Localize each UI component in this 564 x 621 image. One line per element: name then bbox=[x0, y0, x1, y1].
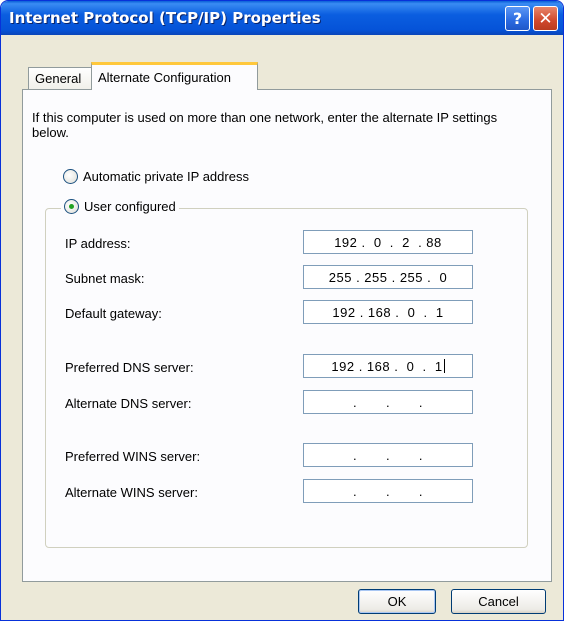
title-bar[interactable]: Internet Protocol (TCP/IP) Properties ? … bbox=[1, 1, 563, 35]
preferred-dns-value: 192 . 168 . 0 . 1 bbox=[331, 358, 443, 374]
preferred-wins-value: . . . bbox=[353, 447, 423, 463]
default-gateway-label: Default gateway: bbox=[65, 306, 162, 321]
automatic-private-ip-label: Automatic private IP address bbox=[83, 169, 249, 184]
user-configured-radio[interactable] bbox=[64, 199, 79, 214]
automatic-private-ip-option[interactable]: Automatic private IP address bbox=[63, 169, 249, 184]
subnet-mask-field[interactable]: 255 . 255 . 255 . 0 bbox=[303, 265, 473, 289]
ip-address-label: IP address: bbox=[65, 236, 131, 251]
preferred-wins-label: Preferred WINS server: bbox=[65, 449, 201, 464]
alternate-wins-value: . . . bbox=[353, 483, 423, 499]
alternate-wins-field[interactable]: . . . bbox=[303, 479, 473, 503]
preferred-dns-field[interactable]: 192 . 168 . 0 . 1 bbox=[303, 354, 473, 378]
close-button[interactable]: ✕ bbox=[533, 6, 558, 31]
ip-address-field[interactable]: 192 . 0 . 2 . 88 bbox=[303, 230, 473, 254]
preferred-dns-label: Preferred DNS server: bbox=[65, 360, 194, 375]
ip-address-value: 192 . 0 . 2 . 88 bbox=[334, 234, 442, 250]
alternate-dns-label: Alternate DNS server: bbox=[65, 396, 192, 411]
default-gateway-value: 192 . 168 . 0 . 1 bbox=[332, 304, 444, 320]
alternate-wins-label: Alternate WINS server: bbox=[65, 485, 198, 500]
tab-panel-alternate-configuration: If this computer is used on more than on… bbox=[22, 89, 552, 582]
subnet-mask-value: 255 . 255 . 255 . 0 bbox=[328, 269, 448, 285]
alternate-dns-value: . . . bbox=[353, 394, 423, 410]
default-gateway-field[interactable]: 192 . 168 . 0 . 1 bbox=[303, 300, 473, 324]
user-configured-option[interactable]: User configured bbox=[61, 199, 179, 214]
subnet-mask-label: Subnet mask: bbox=[65, 271, 145, 286]
tab-alternate-configuration[interactable]: Alternate Configuration bbox=[91, 62, 258, 90]
text-cursor bbox=[443, 359, 445, 373]
alternate-dns-field[interactable]: . . . bbox=[303, 390, 473, 414]
tab-general[interactable]: General bbox=[28, 67, 92, 89]
window-title: Internet Protocol (TCP/IP) Properties bbox=[9, 9, 321, 27]
tcpip-properties-dialog: Internet Protocol (TCP/IP) Properties ? … bbox=[0, 0, 564, 621]
intro-text: If this computer is used on more than on… bbox=[32, 110, 498, 140]
cancel-button[interactable]: Cancel bbox=[451, 589, 546, 614]
close-icon: ✕ bbox=[538, 8, 553, 29]
help-icon: ? bbox=[512, 9, 523, 28]
preferred-wins-field[interactable]: . . . bbox=[303, 443, 473, 467]
ok-button[interactable]: OK bbox=[358, 589, 436, 614]
help-button[interactable]: ? bbox=[505, 6, 530, 31]
automatic-private-ip-radio[interactable] bbox=[63, 169, 78, 184]
user-configured-label: User configured bbox=[84, 199, 176, 214]
